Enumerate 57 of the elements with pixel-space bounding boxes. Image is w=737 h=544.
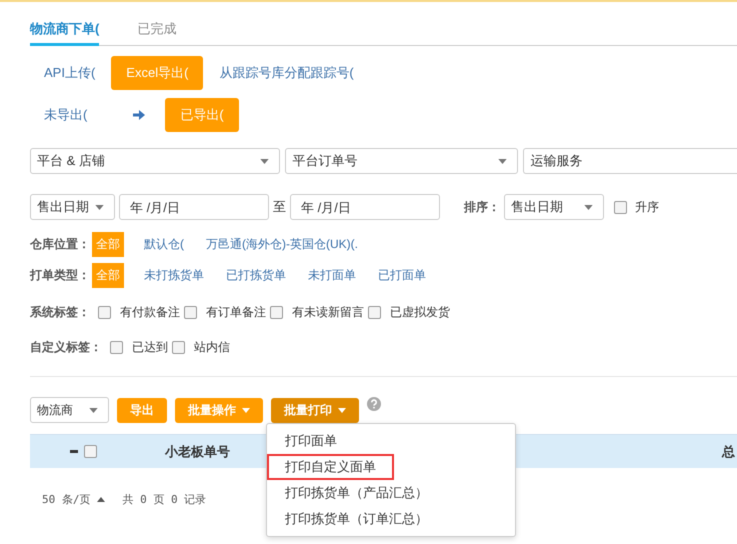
- menu-item[interactable]: 打印自定义面单: [267, 454, 394, 480]
- pagination-summary: 共 0 页 0 记录: [122, 492, 206, 507]
- checkbox[interactable]: [110, 341, 123, 354]
- checkbox-label: 有付款备注: [120, 304, 180, 321]
- checkbox[interactable]: [270, 306, 283, 319]
- checkbox[interactable]: [184, 306, 197, 319]
- filter-label: 仓库位置：: [30, 236, 90, 253]
- page-size-select[interactable]: 50 条/页: [42, 492, 104, 507]
- checkbox-label: 升序: [635, 198, 659, 216]
- filter-label: 自定义标签：: [30, 339, 102, 356]
- arrow-right-icon: [133, 110, 146, 120]
- menu-item[interactable]: 打印拣货单（产品汇总）: [267, 480, 446, 506]
- menu-item[interactable]: 打印面单: [267, 428, 355, 454]
- filter-option[interactable]: 万邑通(海外仓)-英国仓(UK)(.: [202, 232, 362, 257]
- sort-label: 排序：: [464, 198, 500, 216]
- select-field[interactable]: 平台订单号: [285, 148, 518, 174]
- column-header: 小老板单号: [165, 442, 230, 460]
- caret-icon: [95, 204, 104, 210]
- select-field[interactable]: 物流商: [30, 397, 109, 423]
- filter-option[interactable]: 已打拣货单: [222, 263, 290, 288]
- date-field[interactable]: 年 /月/日: [290, 194, 440, 220]
- select-field[interactable]: 平台 & 店铺: [30, 148, 280, 174]
- caret-icon: [498, 158, 508, 164]
- select-field[interactable]: 售出日期: [30, 194, 115, 220]
- filter-option[interactable]: 未打面单: [304, 263, 360, 288]
- input-field[interactable]: 运输服务: [523, 148, 737, 174]
- filter-button[interactable]: API上传(: [36, 56, 104, 90]
- checkbox-label: 站内信: [194, 339, 230, 356]
- toolbar-button[interactable]: 批量打印: [271, 398, 359, 422]
- checkbox[interactable]: [84, 445, 97, 458]
- caret-icon: [89, 408, 98, 412]
- checkbox-label: 已达到: [132, 339, 168, 356]
- column-header: 总: [722, 442, 735, 460]
- checkbox[interactable]: [172, 341, 185, 354]
- caret-icon: [260, 158, 270, 164]
- caret-up-icon: [96, 497, 104, 502]
- range-separator: 至: [273, 198, 286, 216]
- caret-icon: [584, 204, 593, 210]
- filter-option[interactable]: 默认仓(: [140, 232, 188, 257]
- filter-option[interactable]: 未打拣货单: [140, 263, 208, 288]
- tab[interactable]: 已完成: [137, 18, 176, 46]
- filter-button[interactable]: 从跟踪号库分配跟踪号(: [211, 56, 362, 90]
- filter-button[interactable]: 未导出(: [36, 98, 96, 132]
- checkbox[interactable]: [368, 306, 381, 319]
- checkbox-label: 有未读新留言: [292, 304, 364, 321]
- menu-item[interactable]: 打印拣货单（订单汇总）: [267, 506, 446, 532]
- checkbox-label: 已虚拟发货: [390, 304, 450, 321]
- checkbox[interactable]: [614, 200, 627, 214]
- tab[interactable]: 物流商下单(: [30, 18, 100, 46]
- help-icon[interactable]: [367, 397, 381, 411]
- filter-option[interactable]: 已打面单: [374, 263, 430, 288]
- filter-label: 打单类型：: [30, 267, 90, 284]
- checkbox[interactable]: [98, 306, 111, 319]
- filter-label: 系统标签：: [30, 304, 90, 321]
- checkbox-label: 有订单备注: [206, 304, 266, 321]
- date-field[interactable]: 年 /月/日: [119, 194, 269, 220]
- select-field[interactable]: 售出日期: [504, 194, 604, 220]
